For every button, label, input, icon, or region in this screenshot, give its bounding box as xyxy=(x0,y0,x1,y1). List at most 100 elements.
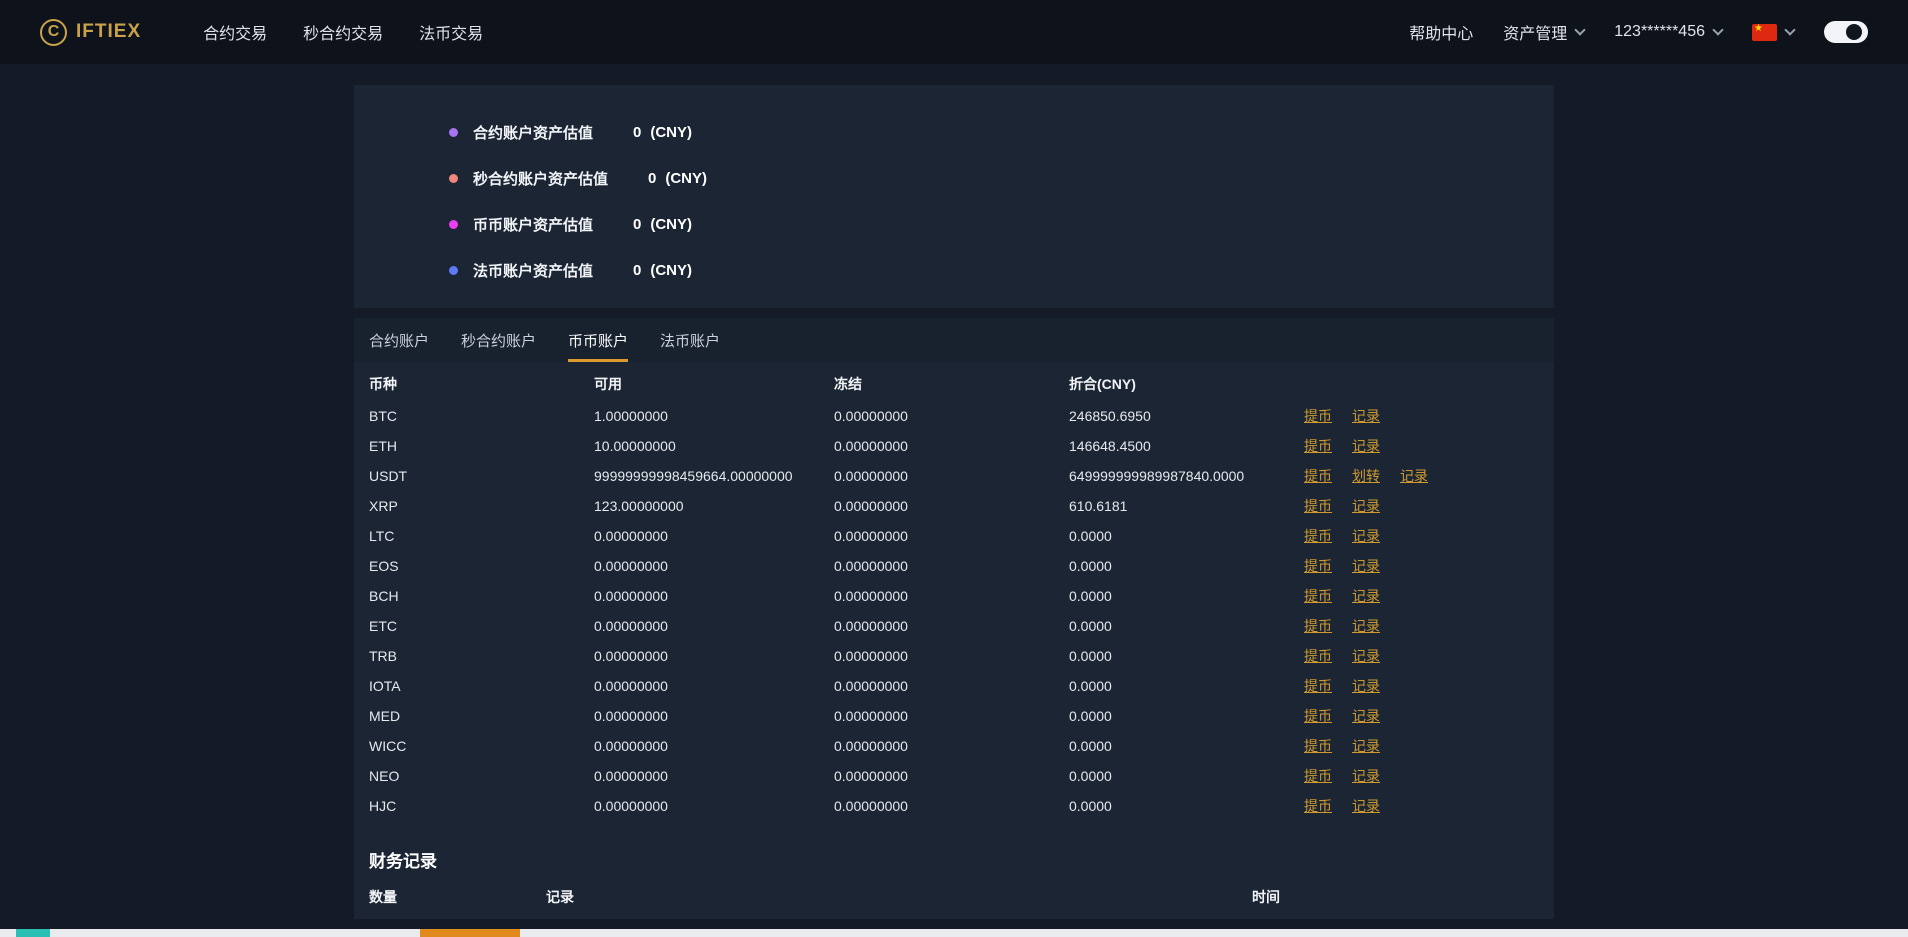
account-dot-icon xyxy=(449,127,458,137)
account-dot-icon xyxy=(449,219,458,229)
available-amount: 0.00000000 xyxy=(594,648,668,664)
withdraw-link[interactable]: 提币 xyxy=(1304,676,1332,696)
withdraw-link[interactable]: 提币 xyxy=(1304,736,1332,756)
coin-name: HJC xyxy=(369,798,397,814)
nav-contract-trading[interactable]: 合约交易 xyxy=(203,20,267,44)
row-actions: 提币 记录 xyxy=(1304,556,1380,576)
record-link[interactable]: 记录 xyxy=(1352,796,1380,816)
theme-toggle[interactable] xyxy=(1824,21,1868,43)
frozen-amount: 0.00000000 xyxy=(834,468,908,484)
tab-second-contract-account[interactable]: 秒合约账户 xyxy=(461,318,536,362)
table-row: BTC 1.00000000 0.00000000 246850.6950 提币 记录 xyxy=(369,401,1539,431)
converted-amount: 0.0000 xyxy=(1069,648,1112,664)
table-row: HJC 0.00000000 0.00000000 0.0000 提币 记录 xyxy=(369,791,1539,821)
record-link[interactable]: 记录 xyxy=(1352,556,1380,576)
record-link[interactable]: 记录 xyxy=(1352,766,1380,786)
coin-name: LTC xyxy=(369,528,395,544)
coin-name: XRP xyxy=(369,498,398,514)
summary-row: 合约账户资产估值 0 (CNY) xyxy=(354,109,1554,155)
row-actions: 提币 记录 xyxy=(1304,436,1380,456)
coin-name: TRB xyxy=(369,648,397,664)
asset-management-menu[interactable]: 资产管理 xyxy=(1503,20,1586,44)
tab-fiat-account[interactable]: 法币账户 xyxy=(660,318,720,362)
row-actions: 提币 划转 记录 xyxy=(1304,466,1428,486)
top-navbar: C IFTIEX 合约交易 秒合约交易 法币交易 帮助中心 资产管理 123****… xyxy=(0,0,1908,64)
withdraw-link[interactable]: 提币 xyxy=(1304,406,1332,426)
nav-second-contract-trading[interactable]: 秒合约交易 xyxy=(303,20,383,44)
withdraw-link[interactable]: 提币 xyxy=(1304,586,1332,606)
asset-summary-list: 合约账户资产估值 0 (CNY) 秒合约账户资产估值 0 (CNY) 币币账户资产估值 0 (C… xyxy=(354,109,1554,293)
balances-table-header: 币种 可用 冻结 折合(CNY) xyxy=(369,367,1539,401)
nav-fiat-trading[interactable]: 法币交易 xyxy=(419,20,483,44)
record-link[interactable]: 记录 xyxy=(1352,586,1380,606)
tab-coin-account[interactable]: 币币账户 xyxy=(568,318,629,362)
frozen-amount: 0.00000000 xyxy=(834,708,908,724)
summary-unit: (CNY) xyxy=(650,215,693,233)
available-amount: 0.00000000 xyxy=(594,738,668,754)
language-selector[interactable] xyxy=(1752,23,1796,41)
column-header: 记录 xyxy=(546,889,574,905)
brand-coin-icon: C xyxy=(40,18,67,46)
summary-value: 0 xyxy=(633,123,642,141)
withdraw-link[interactable]: 提币 xyxy=(1304,766,1332,786)
account-tabs: 合约账户 秒合约账户 币币账户 法币账户 xyxy=(354,318,1554,362)
frozen-amount: 0.00000000 xyxy=(834,618,908,634)
account-menu[interactable]: 123******456 xyxy=(1614,23,1724,41)
help-center-link[interactable]: 帮助中心 xyxy=(1409,20,1473,44)
coin-name: ETC xyxy=(369,618,397,634)
financial-records-title: 财务记录 xyxy=(369,852,437,871)
converted-amount: 0.0000 xyxy=(1069,708,1112,724)
summary-value: 0 xyxy=(648,169,657,187)
frozen-amount: 0.00000000 xyxy=(834,408,908,424)
frozen-amount: 0.00000000 xyxy=(834,798,908,814)
coin-name: BCH xyxy=(369,588,399,604)
record-link[interactable]: 记录 xyxy=(1352,736,1380,756)
china-flag-icon xyxy=(1752,23,1777,41)
record-link[interactable]: 记录 xyxy=(1400,466,1428,486)
record-link[interactable]: 记录 xyxy=(1352,406,1380,426)
converted-amount: 0.0000 xyxy=(1069,558,1112,574)
tab-contract-account[interactable]: 合约账户 xyxy=(369,318,429,362)
account-label: 123******456 xyxy=(1614,23,1705,40)
withdraw-link[interactable]: 提币 xyxy=(1304,496,1332,516)
record-link[interactable]: 记录 xyxy=(1352,676,1380,696)
record-link[interactable]: 记录 xyxy=(1352,706,1380,726)
withdraw-link[interactable]: 提币 xyxy=(1304,616,1332,636)
withdraw-link[interactable]: 提币 xyxy=(1304,526,1332,546)
brand-name: IFTIEX xyxy=(76,21,142,42)
row-actions: 提币 记录 xyxy=(1304,646,1380,666)
summary-unit: (CNY) xyxy=(650,261,693,279)
available-amount: 0.00000000 xyxy=(594,798,668,814)
withdraw-link[interactable]: 提币 xyxy=(1304,646,1332,666)
column-header: 时间 xyxy=(1252,889,1280,905)
table-row: WICC 0.00000000 0.00000000 0.0000 提币 记录 xyxy=(369,731,1539,761)
navbar-right: 帮助中心 资产管理 123******456 xyxy=(1409,20,1868,44)
withdraw-link[interactable]: 提币 xyxy=(1304,796,1332,816)
record-link[interactable]: 记录 xyxy=(1352,496,1380,516)
table-row: LTC 0.00000000 0.00000000 0.0000 提币 记录 xyxy=(369,521,1539,551)
withdraw-link[interactable]: 提币 xyxy=(1304,466,1332,486)
theme-toggle-knob-icon xyxy=(1846,24,1862,40)
withdraw-link[interactable]: 提币 xyxy=(1304,556,1332,576)
column-header: 数量 xyxy=(369,889,397,905)
records-table-header: 数量 记录 时间 xyxy=(354,880,1554,914)
brand-logo[interactable]: C IFTIEX xyxy=(40,18,142,46)
record-link[interactable]: 记录 xyxy=(1352,436,1380,456)
converted-amount: 649999999989987840.0000 xyxy=(1069,468,1245,484)
main-menu: 合约交易 秒合约交易 法币交易 xyxy=(203,20,483,44)
record-link[interactable]: 记录 xyxy=(1352,646,1380,666)
table-row: NEO 0.00000000 0.00000000 0.0000 提币 记录 xyxy=(369,761,1539,791)
balances-table-body: BTC 1.00000000 0.00000000 246850.6950 提币 记录 ET… xyxy=(369,401,1539,821)
summary-value: 0 xyxy=(633,261,642,279)
row-actions: 提币 记录 xyxy=(1304,616,1380,636)
withdraw-link[interactable]: 提币 xyxy=(1304,436,1332,456)
record-link[interactable]: 记录 xyxy=(1352,616,1380,636)
converted-amount: 0.0000 xyxy=(1069,678,1112,694)
withdraw-link[interactable]: 提币 xyxy=(1304,706,1332,726)
converted-amount: 0.0000 xyxy=(1069,738,1112,754)
asset-summary-panel: 合约账户资产估值 0 (CNY) 秒合约账户资产估值 0 (CNY) 币币账户资产估值 0 (C… xyxy=(354,85,1554,308)
record-link[interactable]: 记录 xyxy=(1352,526,1380,546)
coin-name: IOTA xyxy=(369,678,401,694)
table-row: BCH 0.00000000 0.00000000 0.0000 提币 记录 xyxy=(369,581,1539,611)
transfer-link[interactable]: 划转 xyxy=(1352,466,1380,486)
